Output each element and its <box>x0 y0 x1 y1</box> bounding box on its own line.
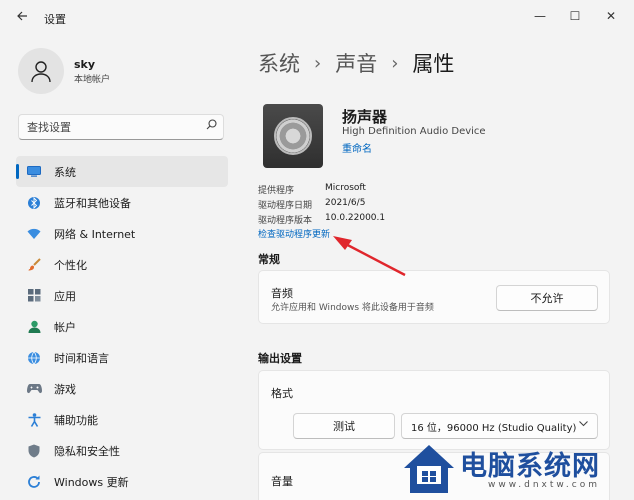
update-icon <box>26 474 42 490</box>
test-button[interactable]: 测试 <box>293 413 395 439</box>
sidebar-item-time-language[interactable]: 时间和语言 <box>16 342 228 373</box>
format-select-value: 16 位，96000 Hz (Studio Quality) <box>411 422 577 434</box>
wifi-icon <box>26 226 42 242</box>
sidebar-item-label: 系统 <box>54 165 76 179</box>
watermark-url: www.dnxtw.com <box>488 480 601 490</box>
page-title: 属性 <box>412 52 455 76</box>
avatar <box>18 48 64 94</box>
audio-title: 音频 <box>271 287 293 300</box>
search-input[interactable] <box>19 115 199 139</box>
disallow-button[interactable]: 不允许 <box>496 285 598 311</box>
rename-link[interactable]: 重命名 <box>342 140 372 155</box>
brush-icon <box>26 257 42 273</box>
property-value: 10.0.22000.1 <box>325 213 386 223</box>
sidebar-item-label: 时间和语言 <box>54 351 109 365</box>
sidebar-item-apps[interactable]: 应用 <box>16 280 228 311</box>
watermark: 电脑系统网 www.dnxtw.com <box>402 440 634 500</box>
search-box <box>18 114 224 140</box>
title-bar: 设置 — ☐ ✕ <box>0 0 634 36</box>
sidebar-item-windows-update[interactable]: Windows 更新 <box>16 466 228 497</box>
close-button[interactable]: ✕ <box>593 4 629 28</box>
maximize-button[interactable]: ☐ <box>557 4 593 28</box>
sidebar-item-label: 个性化 <box>54 258 87 272</box>
sidebar-item-bluetooth[interactable]: 蓝牙和其他设备 <box>16 187 228 218</box>
format-card: 格式 测试 16 位，96000 Hz (Studio Quality) <box>258 370 610 450</box>
output-section-title: 输出设置 <box>258 352 302 365</box>
breadcrumb-sound[interactable]: 声音 <box>335 48 377 78</box>
volume-title: 音量 <box>271 475 293 488</box>
audio-description: 允许应用和 Windows 将此设备用于音频 <box>271 303 434 313</box>
watermark-title: 电脑系统网 <box>460 451 600 482</box>
property-value: Microsoft <box>325 183 366 193</box>
minimize-icon: — <box>534 9 546 23</box>
speaker-device-icon <box>263 104 323 168</box>
device-name: 扬声器 <box>342 108 388 126</box>
user-avatar-icon <box>31 61 51 83</box>
property-label: 提供程序 <box>258 186 295 196</box>
system-display-icon <box>26 164 42 180</box>
user-name: sky <box>74 58 96 71</box>
app-title: 设置 <box>44 13 66 26</box>
breadcrumb-separator: › <box>391 52 399 74</box>
account-type: 本地帐户 <box>74 75 111 85</box>
minimize-button[interactable]: — <box>522 4 558 28</box>
sidebar-item-personalization[interactable]: 个性化 <box>16 249 228 280</box>
sidebar-item-gaming[interactable]: 游戏 <box>16 373 228 404</box>
gamepad-icon <box>26 381 42 397</box>
audio-card: 音频 允许应用和 Windows 将此设备用于音频 不允许 <box>258 270 610 324</box>
sidebar-item-system[interactable]: 系统 <box>16 156 228 187</box>
driver-properties: 提供程序 Microsoft 驱动程序日期 2021/6/5 驱动程序版本 10… <box>258 183 385 228</box>
sidebar-item-label: Windows 更新 <box>54 475 129 489</box>
device-description: High Definition Audio Device <box>342 126 486 137</box>
sidebar-item-label: 辅助功能 <box>54 413 98 427</box>
sidebar-item-label: 蓝牙和其他设备 <box>54 196 131 210</box>
format-title: 格式 <box>271 387 293 400</box>
bluetooth-icon <box>26 195 42 211</box>
sidebar-nav: 系统 蓝牙和其他设备 网络 & Internet 个性化 应用 帐户 时间和语言… <box>16 156 228 497</box>
close-icon: ✕ <box>605 9 617 23</box>
search-icon[interactable] <box>206 119 217 133</box>
back-button[interactable] <box>8 6 36 30</box>
breadcrumb-separator: › <box>314 52 322 74</box>
watermark-house-logo <box>404 445 454 493</box>
breadcrumb-system[interactable]: 系统 <box>258 48 300 78</box>
sidebar-item-label: 网络 & Internet <box>54 227 136 241</box>
breadcrumb: 系统 › 声音 › 属性 <box>258 48 454 78</box>
general-section-title: 常规 <box>258 253 280 266</box>
property-row: 提供程序 Microsoft <box>258 183 385 198</box>
apps-icon <box>26 288 42 304</box>
sidebar-item-accounts[interactable]: 帐户 <box>16 311 228 342</box>
chevron-down-icon <box>579 420 588 430</box>
maximize-icon: ☐ <box>569 9 581 23</box>
property-label: 驱动程序日期 <box>258 201 313 211</box>
sidebar-item-label: 游戏 <box>54 382 76 396</box>
check-driver-update-link[interactable]: 检查驱动程序更新 <box>258 227 330 240</box>
property-value: 2021/6/5 <box>325 198 366 208</box>
property-row: 驱动程序日期 2021/6/5 <box>258 198 385 213</box>
person-icon <box>26 319 42 335</box>
sidebar-item-label: 应用 <box>54 289 76 303</box>
sidebar-item-network[interactable]: 网络 & Internet <box>16 218 228 249</box>
format-select[interactable]: 16 位，96000 Hz (Studio Quality) <box>401 413 598 439</box>
property-row: 驱动程序版本 10.0.22000.1 <box>258 213 385 228</box>
sidebar-item-label: 帐户 <box>54 320 76 334</box>
shield-icon <box>26 443 42 459</box>
property-label: 驱动程序版本 <box>258 216 313 226</box>
sidebar-item-privacy[interactable]: 隐私和安全性 <box>16 435 228 466</box>
back-arrow-icon <box>16 10 28 26</box>
sidebar-item-label: 隐私和安全性 <box>54 444 120 458</box>
globe-clock-icon <box>26 350 42 366</box>
accessibility-icon <box>26 412 42 428</box>
sidebar-item-accessibility[interactable]: 辅助功能 <box>16 404 228 435</box>
